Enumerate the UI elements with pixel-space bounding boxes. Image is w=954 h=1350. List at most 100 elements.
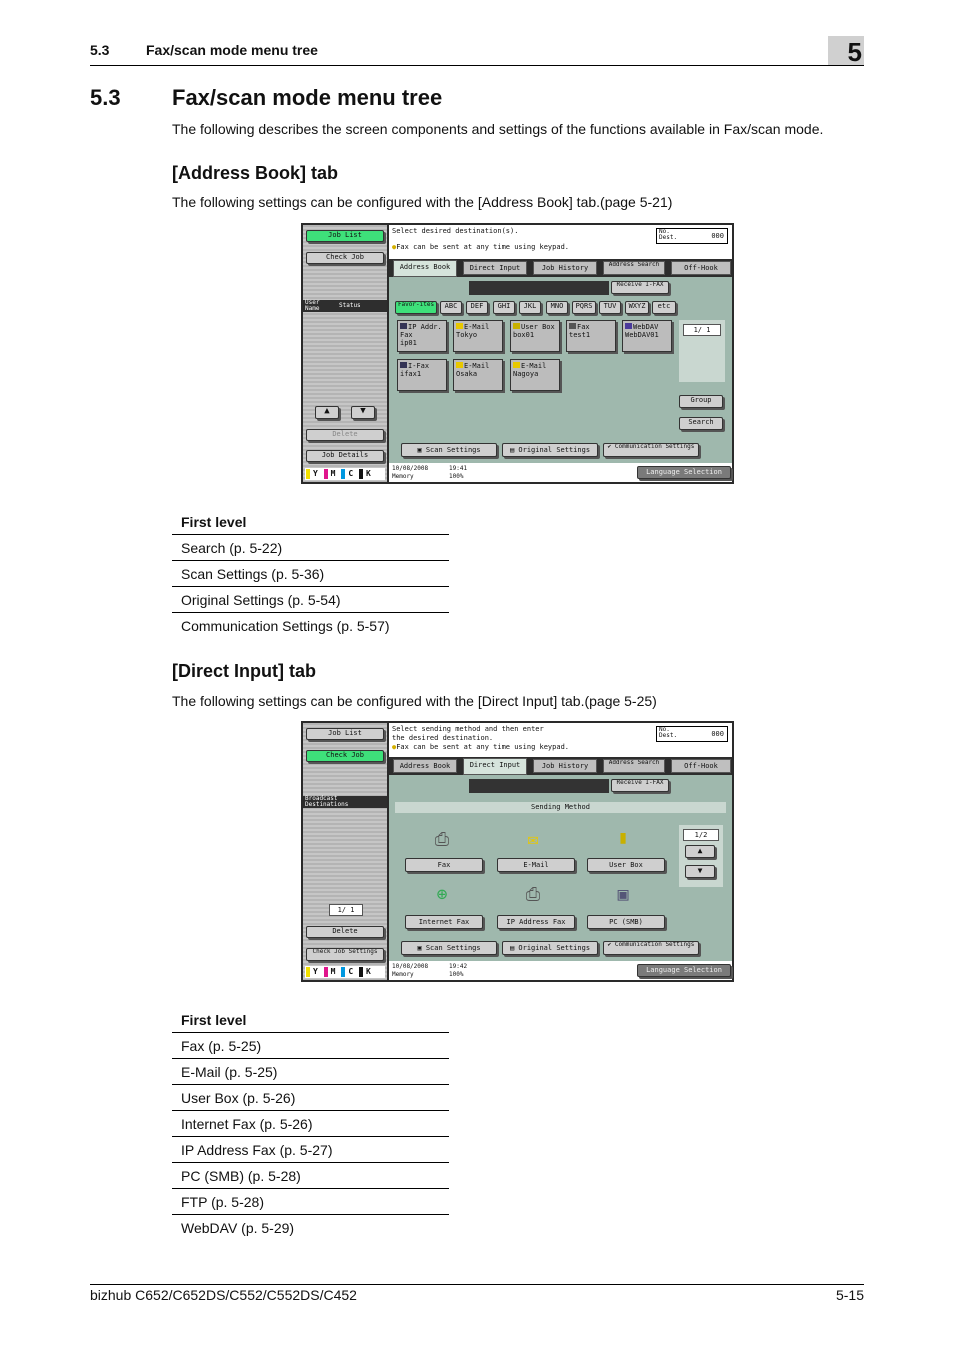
tab-job-history[interactable]: Job History [533,261,597,275]
user-box-icon: ▮ [617,827,629,848]
index-pqrs[interactable]: PQRS [572,301,596,314]
communication-settings-icon: ✔ [607,443,615,450]
user-box-method-button[interactable]: User Box [587,858,665,872]
index-ghi[interactable]: GHI [493,301,515,314]
job-list-button[interactable]: Job List [306,728,384,740]
message-line-2: ●Fax can be sent at any time using keypa… [392,743,570,751]
destination-counter: No. Dest. 000 [656,228,728,244]
message-bar: Select sending method and then enter the… [389,723,732,757]
arrow-down-icon: ▼ [360,406,366,416]
index-wxyz[interactable]: WXYZ [625,301,649,314]
internet-fax-method-button[interactable]: Internet Fax [405,915,483,929]
check-job-settings-button[interactable]: Check Job Settings [306,948,384,961]
tab-off-hook[interactable]: Off-Hook [671,261,731,275]
pc-smb-method-button[interactable]: PC (SMB) [587,915,665,929]
tab-bar: Address Book Direct Input Job History Ad… [389,259,732,277]
index-mno[interactable]: MNO [546,301,568,314]
main-panel: Select desired destination(s). ●Fax can … [389,225,732,482]
scan-settings-button[interactable]: ▣ Scan Settings [401,941,497,955]
tab-address-search[interactable]: Address Search [603,261,665,275]
communication-settings-icon: ✔ [607,941,615,948]
footer-rule [90,1284,864,1285]
check-job-button[interactable]: Check Job [306,750,384,762]
footer-page-number: 5-15 [835,1287,864,1303]
email-icon [456,362,463,368]
table-row: E-Mail (p. 5-25) [172,1058,449,1085]
destination-nagoya[interactable]: E-Mail Nagoya [510,359,560,391]
check-job-button[interactable]: Check Job [306,252,384,264]
user-name-label: User Name [305,299,320,312]
index-jkl[interactable]: JKL [519,301,541,314]
email-icon [513,362,520,368]
destination-entry-field[interactable] [469,779,609,793]
ink-k: K [358,468,371,479]
ip-address-fax-method-button[interactable]: IP Address Fax [497,915,575,929]
destination-ip01[interactable]: IP Addr. Fax ip01 [397,320,447,352]
status-date: 10/08/2008 [392,963,429,970]
page-indicator: 1/2 [683,829,719,841]
search-button[interactable]: Search [679,417,723,430]
communication-settings-button[interactable]: ✔ Communication Settings [603,941,699,955]
destination-box01[interactable]: User Box box01 [510,320,560,352]
index-favorites[interactable]: Favor-ites [395,301,437,314]
destination-tokyo[interactable]: E-Mail Tokyo [453,320,503,352]
tab-direct-input[interactable]: Direct Input [463,758,527,775]
ink-y: Y [305,966,318,977]
original-settings-button[interactable]: ▤ Original Settings [502,941,598,955]
page-up-button[interactable]: ▲ [685,845,715,858]
page-indicator: 1/ 1 [329,904,363,916]
header-section-title: Fax/scan mode menu tree [146,42,318,58]
scan-settings-icon: ▣ [417,944,426,952]
tab-job-history[interactable]: Job History [533,759,597,773]
tab-bar: Address Book Direct Input Job History Ad… [389,757,732,775]
destination-ifax1[interactable]: I-Fax ifax1 [397,359,447,391]
tab-direct-input[interactable]: Direct Input [463,261,527,275]
tab-off-hook[interactable]: Off-Hook [671,759,731,773]
memory-label: Memory [392,971,414,978]
destination-entry-field[interactable] [469,281,609,295]
receive-ifax-button[interactable]: Receive I-FAX [611,281,669,294]
table-row: Search (p. 5-22) [172,534,449,561]
ink-m: M [323,468,335,479]
table-row: Scan Settings (p. 5-36) [172,560,449,587]
delete-button[interactable]: Delete [306,429,384,441]
scan-settings-button[interactable]: ▣ Scan Settings [401,443,497,457]
fax-icon [569,323,576,329]
internet-fax-icon: ⊕ [436,884,448,905]
status-bar: 10/08/2008 19:42 Memory 100% Language Se… [389,961,732,980]
address-book-table: First level Search (p. 5-22) Scan Settin… [172,509,449,638]
fax-method-button[interactable]: Fax [405,858,483,872]
tab-address-search[interactable]: Address Search [603,759,665,773]
index-def[interactable]: DEF [466,301,488,314]
destination-test1[interactable]: Fax test1 [566,320,616,352]
scroll-up-button[interactable]: ▲ [315,406,339,419]
tab-address-book[interactable]: Address Book [393,260,457,277]
language-selection-button[interactable]: Language Selection [637,466,731,479]
address-book-screenshot: Job List Check Job User Name Status ▲ ▼ … [301,223,734,484]
address-book-heading: [Address Book] tab [172,163,339,183]
destination-osaka[interactable]: E-Mail Osaka [453,359,503,391]
group-button[interactable]: Group [679,395,723,408]
memory-value: 100% [449,971,464,978]
receive-ifax-button[interactable]: Receive I-FAX [611,779,669,792]
original-settings-button[interactable]: ▤ Original Settings [502,443,598,457]
delete-button[interactable]: Delete [306,926,384,938]
job-details-button[interactable]: Job Details [306,450,384,462]
communication-settings-button[interactable]: ✔ Communication Settings [603,443,699,457]
direct-input-screenshot: Job List Check Job Broadcast Destination… [301,721,734,982]
index-tuv[interactable]: TUV [599,301,621,314]
direct-input-desc: The following settings can be configured… [172,693,657,709]
tab-address-book[interactable]: Address Book [393,759,457,773]
email-icon [456,323,463,329]
index-etc[interactable]: etc [652,301,676,314]
index-abc[interactable]: ABC [440,301,462,314]
page-down-button[interactable]: ▼ [685,865,715,878]
language-selection-button[interactable]: Language Selection [637,964,731,977]
direct-input-table: First level Fax (p. 5-25) E-Mail (p. 5-2… [172,1007,449,1240]
table-row: Original Settings (p. 5-54) [172,586,449,613]
job-list-button[interactable]: Job List [306,230,384,242]
scroll-down-button[interactable]: ▼ [351,406,375,419]
destination-area: Receive I-FAX Favor-ites ABC DEF GHI JKL… [389,277,732,463]
email-method-button[interactable]: E-Mail [497,858,575,872]
destination-webdav01[interactable]: WebDAV WebDAV01 [622,320,672,352]
